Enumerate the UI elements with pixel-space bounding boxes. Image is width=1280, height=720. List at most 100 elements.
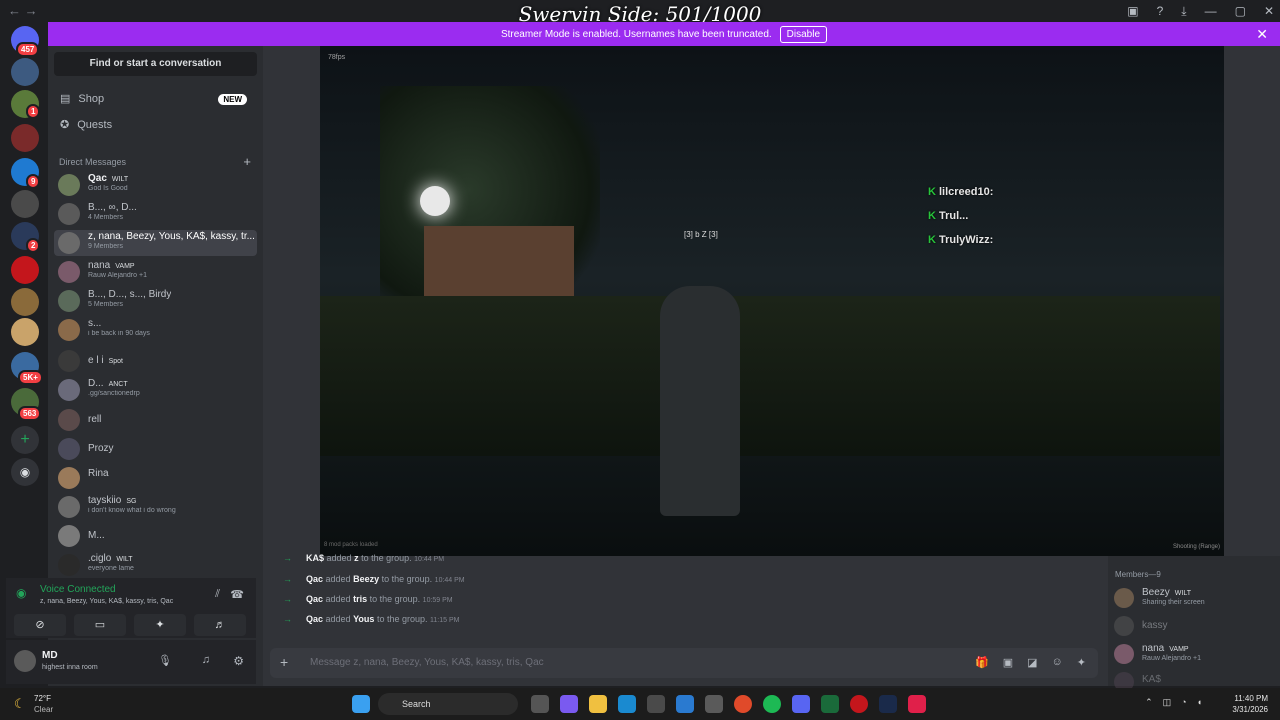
message-composer[interactable]: + Message z, nana, Beezy, Yous, KA$, kas… <box>270 648 1098 678</box>
start-icon[interactable] <box>352 695 370 713</box>
dm-item[interactable]: tayskiio SG i don't know what i do wrong <box>54 494 257 520</box>
shop-nav[interactable]: ▤ Shop <box>60 92 105 106</box>
file-explorer-icon[interactable] <box>589 695 607 713</box>
dm-item[interactable]: Qac WILT God Is Good <box>54 172 257 198</box>
headphones-icon[interactable]: ♫ <box>202 654 210 666</box>
sticker-icon[interactable]: ◪ <box>1027 656 1037 669</box>
dm-item[interactable]: B..., D..., s..., Birdy 5 Members <box>54 288 257 314</box>
apps-icon[interactable]: ✦ <box>1077 656 1086 669</box>
member-item[interactable]: nana VAMP Rauw Alejandro +1 <box>1114 642 1278 666</box>
dm-item[interactable]: Prozy <box>54 436 257 462</box>
voice-status[interactable]: Voice Connected <box>40 584 116 595</box>
dm-status: .gg/sanctionedrp <box>88 390 140 397</box>
gift-icon[interactable]: 🎁 <box>975 656 989 669</box>
killfeed-entry: K Trul... <box>928 210 969 222</box>
new-badge: NEW <box>218 94 247 105</box>
dm-status: 4 Members <box>88 214 124 221</box>
edge-icon[interactable] <box>618 695 636 713</box>
stream-view[interactable]: 78fps [3] b Z [3] Klilcreed10: K Trul... … <box>320 46 1224 556</box>
camera-off-icon[interactable]: ⊘ <box>14 614 66 636</box>
steam-icon[interactable] <box>879 695 897 713</box>
server-icon[interactable] <box>11 318 39 346</box>
unread-badge: 563 <box>18 406 42 421</box>
chevron-up-icon[interactable]: ⌃ <box>1145 697 1153 708</box>
microphone-icon[interactable]: 🎙 <box>158 654 172 667</box>
dm-item[interactable]: B..., ∞, D... 4 Members <box>54 201 257 227</box>
close-icon[interactable]: ✕ <box>1256 26 1268 43</box>
app-icon[interactable] <box>705 695 723 713</box>
avatar <box>58 379 80 401</box>
system-message: → Qac added Beezy to the group. 10:44 PM <box>283 574 465 584</box>
member-item[interactable]: kassy <box>1114 614 1278 638</box>
store-icon[interactable] <box>647 695 665 713</box>
quests-label: Quests <box>77 118 113 131</box>
chrome-icon[interactable] <box>734 695 752 713</box>
dm-item[interactable]: Rina <box>54 465 257 491</box>
activities-icon[interactable]: ✦ <box>134 614 186 636</box>
noise-suppression-icon[interactable]: ⫽ <box>215 588 220 601</box>
find-conversation-button[interactable]: Find or start a conversation <box>54 52 257 76</box>
avatar <box>58 232 80 254</box>
dm-item[interactable]: M... <box>54 523 257 549</box>
server-icon[interactable] <box>11 190 39 218</box>
dm-item[interactable]: nana VAMP Rauw Alejandro +1 <box>54 259 257 285</box>
unread-badge: 2 <box>26 238 41 253</box>
dm-item[interactable]: rell <box>54 407 257 433</box>
add-server-icon[interactable]: + <box>11 426 39 454</box>
disconnect-icon[interactable]: ☎ <box>230 588 244 601</box>
avatar[interactable] <box>14 650 36 672</box>
create-dm-icon[interactable]: + <box>243 154 251 169</box>
spotify-icon[interactable] <box>763 695 781 713</box>
dm-name: B..., D..., s..., Birdy <box>88 289 172 300</box>
wifi-icon[interactable]: ◔ <box>1181 697 1186 708</box>
member-item[interactable]: Beezy WILT Sharing their screen <box>1114 586 1278 610</box>
disable-button[interactable]: Disable <box>779 25 828 43</box>
outlook-icon[interactable] <box>676 695 694 713</box>
soundboard-icon[interactable]: ♬ <box>194 614 246 636</box>
dm-item[interactable]: .ciglo WILT everyone lame <box>54 552 257 578</box>
avatar <box>58 203 80 225</box>
system-message: → Qac added tris to the group. 10:59 PM <box>283 594 453 604</box>
settings-icon[interactable]: ⚙ <box>233 654 244 668</box>
dm-item[interactable]: e l i Spot <box>54 348 257 374</box>
dm-name: D... ANCT <box>88 378 128 389</box>
banner-text: Streamer Mode is enabled. Usernames have… <box>500 28 772 40</box>
server-icon[interactable] <box>11 288 39 316</box>
dm-name: e l i Spot <box>88 355 123 366</box>
copilot-icon[interactable] <box>560 695 578 713</box>
system-tray[interactable]: ⌃ ◫ ◔ ◖ <box>1145 697 1202 708</box>
screen-share-icon[interactable]: ▭ <box>74 614 126 636</box>
excel-icon[interactable] <box>821 695 839 713</box>
quests-nav[interactable]: ✪ Quests <box>60 118 113 132</box>
avatar <box>58 350 80 372</box>
volume-icon[interactable]: ◖ <box>1197 697 1202 708</box>
discover-icon[interactable]: ◉ <box>11 458 39 486</box>
composer-icons: 🎁 ▣ ◪ ☺ ✦ <box>975 656 1086 669</box>
clock[interactable]: 11:40 PM 3/31/2026 <box>1232 693 1268 715</box>
avatar <box>58 290 80 312</box>
member-status: Sharing their screen <box>1142 599 1205 606</box>
discord-icon[interactable] <box>792 695 810 713</box>
server-icon[interactable] <box>11 124 39 152</box>
dm-status: i be back in 90 days <box>88 330 150 337</box>
message-input[interactable]: Message z, nana, Beezy, Yous, KA$, kassy… <box>310 657 544 668</box>
dm-name: Qac WILT <box>88 173 129 184</box>
player-tag: [3] b Z [3] <box>684 230 718 239</box>
network-icon[interactable]: ◫ <box>1163 697 1172 708</box>
server-icon[interactable] <box>11 58 39 86</box>
opera-icon[interactable] <box>850 695 868 713</box>
task-view-icon[interactable] <box>531 695 549 713</box>
dm-item[interactable]: D... ANCT .gg/sanctionedrp <box>54 377 257 403</box>
tiktok-icon[interactable] <box>908 695 926 713</box>
dm-item-selected[interactable]: z, nana, Beezy, Yous, KA$, kassy, tr... 9… <box>54 230 257 256</box>
emoji-icon[interactable]: ☺ <box>1052 656 1063 669</box>
server-icon[interactable] <box>11 256 39 284</box>
dm-item[interactable]: s... i be back in 90 days <box>54 317 257 343</box>
attach-icon[interactable]: + <box>280 654 288 670</box>
member-status: Rauw Alejandro +1 <box>1142 655 1201 662</box>
taskbar-search[interactable]: Search <box>378 693 518 715</box>
dm-status: God Is Good <box>88 185 128 192</box>
gif-icon[interactable]: ▣ <box>1003 656 1013 669</box>
shop-label: Shop <box>78 92 105 105</box>
avatar <box>58 409 80 431</box>
